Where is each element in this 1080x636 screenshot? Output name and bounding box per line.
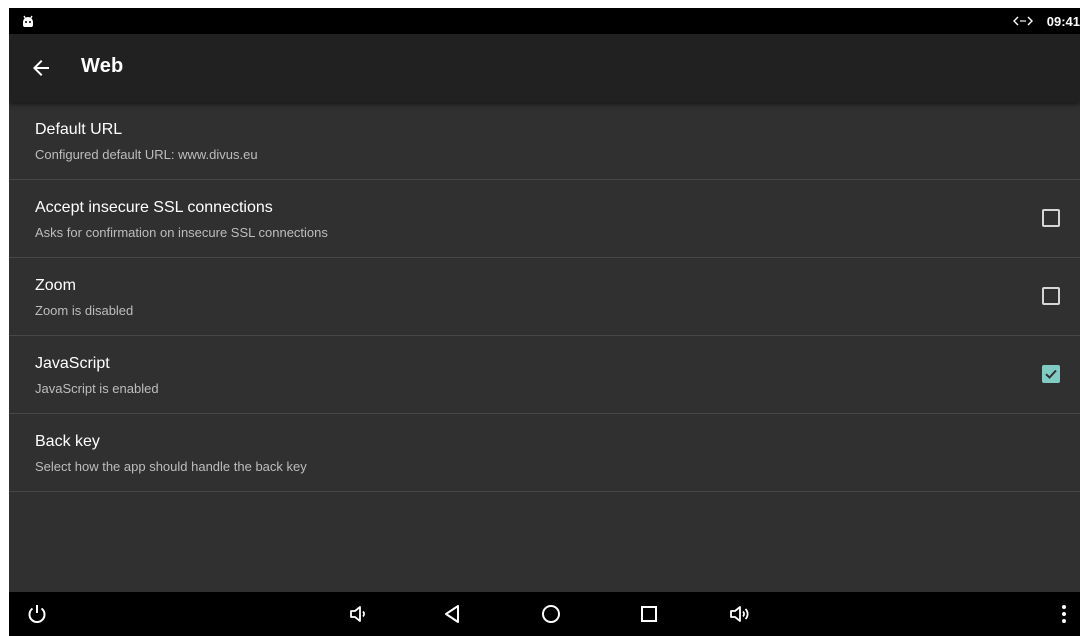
pref-summary: Configured default URL: www.divus.eu [35, 147, 258, 162]
insecure-ssl-checkbox[interactable] [1042, 209, 1060, 227]
checkmark-icon [1045, 369, 1057, 379]
pref-back-key[interactable]: Back key Select how the app should handl… [9, 414, 1080, 492]
status-right-group: 09:41 [1012, 8, 1080, 34]
pref-insecure-ssl[interactable]: Accept insecure SSL connections Asks for… [9, 180, 1080, 258]
back-triangle-icon[interactable] [440, 602, 464, 626]
pref-title: Zoom [35, 277, 76, 294]
recents-square-icon[interactable] [637, 602, 661, 626]
navigation-bar [9, 592, 1080, 636]
pref-title: JavaScript [35, 355, 110, 372]
app-toolbar: Web [9, 34, 1080, 102]
pref-title: Accept insecure SSL connections [35, 199, 273, 216]
zoom-checkbox[interactable] [1042, 287, 1060, 305]
overflow-menu-icon[interactable] [1052, 602, 1076, 626]
pref-summary: Zoom is disabled [35, 303, 134, 318]
pref-summary: Select how the app should handle the bac… [35, 459, 307, 474]
pref-javascript[interactable]: JavaScript JavaScript is enabled [9, 336, 1080, 414]
volume-down-icon[interactable] [347, 602, 371, 626]
screen: 09:41 Web Default URL Configured default… [9, 8, 1080, 636]
pref-zoom[interactable]: Zoom Zoom is disabled [9, 258, 1080, 336]
home-circle-icon[interactable] [539, 602, 563, 626]
pref-title: Default URL [35, 121, 123, 138]
javascript-checkbox[interactable] [1042, 365, 1060, 383]
power-icon[interactable] [25, 602, 49, 626]
pref-summary: JavaScript is enabled [35, 381, 159, 396]
sync-arrows-icon [1012, 16, 1033, 26]
status-bar: 09:41 [9, 8, 1080, 34]
volume-up-icon[interactable] [728, 602, 752, 626]
android-debug-icon [23, 15, 33, 27]
pref-title: Back key [35, 433, 100, 450]
pref-summary: Asks for confirmation on insecure SSL co… [35, 225, 328, 240]
page-title: Web [81, 55, 124, 77]
pref-default-url[interactable]: Default URL Configured default URL: www.… [9, 102, 1080, 180]
status-clock: 09:41 [1046, 13, 1080, 29]
arrow-back-icon[interactable] [29, 56, 53, 80]
preference-list: Default URL Configured default URL: www.… [9, 102, 1080, 492]
